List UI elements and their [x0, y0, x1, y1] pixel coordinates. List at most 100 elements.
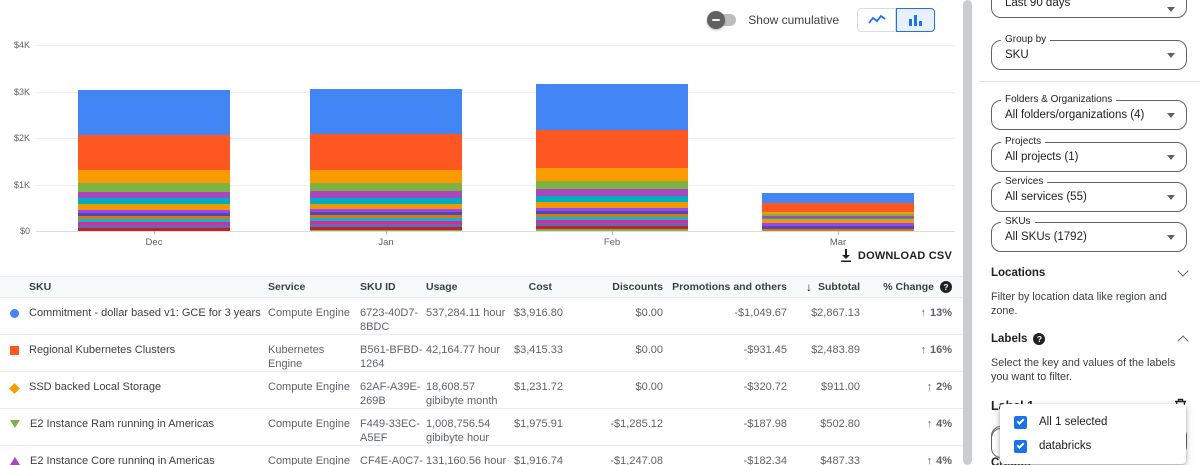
legend-tri-up-icon: [10, 457, 20, 465]
sku-cost-table: SKU Service SKU ID Usage Cost Discounts …: [0, 276, 963, 465]
percent-change-cell: ↑ 4%: [866, 446, 963, 465]
column-header-sku[interactable]: SKU: [0, 277, 268, 297]
line-chart-icon: [867, 14, 886, 24]
gridline: [36, 45, 955, 46]
up-arrow-icon: ↑: [920, 344, 926, 356]
discounts-cell: -$1,247.08: [610, 455, 663, 465]
y-axis-tick-label: $4K: [13, 40, 30, 50]
bar-segment: [762, 202, 914, 212]
discounts-cell: -$1,285.12: [610, 418, 663, 430]
folders-organizations-dropdown[interactable]: Folders & Organizations All folders/orga…: [991, 94, 1187, 130]
sku-cell: E2 Instance Core running in Americas: [0, 446, 268, 465]
toggle-knob-icon[interactable]: [707, 11, 726, 29]
usage-cell: 42,164.77 hour: [426, 344, 501, 356]
sku-cell: SSD backed Local Storage: [0, 372, 268, 408]
sku-name: E2 Instance Core running in Americas: [30, 455, 215, 465]
table-row[interactable]: SSD backed Local Storage Compute Engine 62…: [0, 372, 963, 409]
group-by-dropdown[interactable]: Group by SKU: [991, 34, 1187, 70]
chart-type-switcher: [857, 8, 935, 32]
labels-section-header[interactable]: Labels ?: [991, 333, 1189, 347]
chevron-down-icon: [1167, 235, 1175, 240]
stacked-bar-mar[interactable]: [762, 192, 914, 231]
y-axis-tick-label: $2K: [13, 133, 30, 143]
promotions-cell: -$182.34: [743, 455, 787, 465]
checkmark-icon: [1016, 417, 1025, 425]
table-row[interactable]: E2 Instance Ram running in Americas Compu…: [0, 409, 963, 446]
percent-change-value: 13%: [929, 307, 952, 319]
percent-change-value: 4%: [936, 455, 952, 465]
bar-segment: [536, 189, 688, 197]
x-axis-tick: [838, 231, 839, 235]
percent-change-cell: ↑ 13%: [866, 298, 963, 334]
column-header-sku-id[interactable]: SKU ID: [360, 277, 426, 297]
table-body: Commitment - dollar based v1: GCE for 3 …: [0, 298, 963, 465]
usage-cell: 1,008,756.54 gibibyte hour: [426, 418, 491, 444]
stacked-bar-dec[interactable]: [78, 90, 230, 231]
time-range-dropdown[interactable]: Last 90 days: [991, 0, 1187, 18]
menu-item-databricks[interactable]: databricks: [1000, 434, 1186, 458]
column-header-change[interactable]: % Change ?: [866, 277, 963, 297]
bar-segment: [762, 220, 914, 231]
bar-segment: [536, 168, 688, 182]
bar-segment: [536, 129, 688, 169]
legend-circle-icon: [10, 309, 19, 318]
bar-segment: [78, 182, 230, 192]
download-csv-button[interactable]: DOWNLOAD CSV: [840, 249, 952, 262]
chevron-down-icon: [1167, 53, 1175, 58]
column-header-subtotal[interactable]: ↓ Subtotal: [792, 277, 866, 297]
column-header-discounts[interactable]: Discounts: [560, 277, 668, 297]
show-cumulative-toggle[interactable]: [707, 11, 737, 29]
sku-id-cell: B561-BFBD-1264: [360, 344, 423, 370]
table-row[interactable]: Regional Kubernetes Clusters Kubernetes E…: [0, 335, 963, 372]
bar-segment: [536, 181, 688, 190]
percent-change-value: 4%: [936, 418, 952, 430]
legend-square-icon: [10, 346, 19, 355]
discounts-cell: $0.00: [635, 381, 663, 393]
bar-segment: [310, 89, 462, 135]
locations-section-header[interactable]: Locations: [991, 265, 1189, 279]
chevron-down-icon: [1177, 265, 1189, 277]
column-header-service[interactable]: Service: [268, 277, 360, 297]
sku-id-cell: 62AF-A39E-269B: [360, 381, 421, 407]
cost-cell: $3,415.33: [514, 344, 563, 356]
sku-cell: E2 Instance Ram running in Americas: [0, 409, 268, 445]
bar-segment: [310, 169, 462, 183]
minus-icon: [712, 19, 721, 21]
x-axis-tick-label: Jan: [378, 237, 394, 248]
promotions-cell: -$187.98: [743, 418, 787, 430]
bar-segment: [78, 90, 230, 135]
help-icon[interactable]: ?: [940, 281, 952, 293]
column-header-promotions[interactable]: Promotions and others: [668, 277, 792, 297]
up-arrow-icon: ↑: [926, 455, 933, 465]
skus-dropdown[interactable]: SKUs All SKUs (1792): [991, 216, 1187, 252]
menu-item-all-1-selected[interactable]: All 1 selected: [1000, 410, 1186, 434]
services-dropdown[interactable]: Services All services (55): [991, 176, 1187, 212]
sku-name: Commitment - dollar based v1: GCE for 3 …: [29, 307, 261, 319]
help-icon[interactable]: ?: [1033, 333, 1046, 345]
stacked-bar-jan[interactable]: [310, 89, 462, 231]
line-chart-button[interactable]: [857, 8, 896, 32]
checkbox-checked-icon[interactable]: [1014, 415, 1027, 429]
usage-cell: 18,608.57 gibibyte month: [426, 381, 498, 407]
chart-toolbar: Show cumulative: [0, 7, 935, 33]
checkbox-checked-icon[interactable]: [1014, 439, 1027, 453]
bar-segment: [310, 134, 462, 170]
legend-diamond-icon: [9, 383, 20, 394]
sku-name: SSD backed Local Storage: [29, 381, 162, 393]
column-header-usage[interactable]: Usage: [426, 277, 514, 297]
table-row[interactable]: E2 Instance Core running in Americas Comp…: [0, 446, 963, 465]
chevron-down-icon: [1167, 195, 1175, 200]
discounts-cell: $0.00: [635, 344, 663, 356]
bar-chart-button[interactable]: [896, 8, 935, 32]
filters-sidebar: Last 90 days Group by SKU Folders & Orga…: [978, 0, 1200, 465]
x-axis-tick: [612, 231, 613, 235]
percent-change-value: 2%: [936, 381, 952, 393]
vertical-scrollbar[interactable]: [963, 0, 972, 465]
y-axis-tick-label: $3K: [13, 86, 30, 97]
promotions-cell: -$1,049.67: [734, 307, 787, 319]
stacked-bar-feb[interactable]: [536, 84, 688, 231]
table-row[interactable]: Commitment - dollar based v1: GCE for 3 …: [0, 298, 963, 335]
subtotal-cell: $911.00: [821, 381, 860, 393]
projects-dropdown[interactable]: Projects All projects (1): [991, 136, 1187, 172]
column-header-cost[interactable]: Cost: [514, 277, 560, 297]
